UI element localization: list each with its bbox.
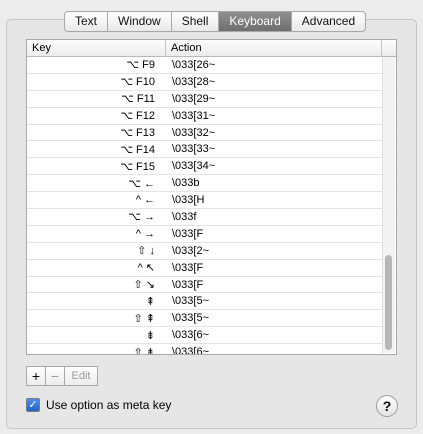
table-row[interactable]: ⇧ ⇟ \033[6~ xyxy=(27,344,396,355)
row-action: \033[28~ xyxy=(172,75,216,88)
table-row[interactable]: ⌥ F14 \033[33~ xyxy=(27,141,396,159)
row-key: ⌥ F15 xyxy=(120,160,155,173)
table-row[interactable]: ⇟ \033[6~ xyxy=(27,327,396,345)
row-key: ^ ← xyxy=(135,194,155,207)
row-action: \033[29~ xyxy=(172,92,216,105)
row-key: ⌥ F11 xyxy=(121,93,155,106)
table-row[interactable]: ⌥ F9 \033[26~ xyxy=(27,57,396,74)
row-action: \033[32~ xyxy=(172,126,216,139)
row-action: \033[5~ xyxy=(172,295,210,308)
tab-shell[interactable]: Shell xyxy=(172,12,220,31)
table-row[interactable]: ^ ← \033[H xyxy=(27,192,396,210)
table-row[interactable]: ⌥ → \033f xyxy=(27,209,396,226)
table-row[interactable]: ^ ↖ \033[F xyxy=(27,260,396,277)
row-key: ⌥ F13 xyxy=(120,127,155,139)
row-action: \033[31~ xyxy=(172,109,216,122)
row-action: \033[26~ xyxy=(172,58,216,71)
row-action: \033[F xyxy=(172,261,204,274)
tab-window[interactable]: Window xyxy=(108,12,172,31)
tab-bar: Text Window Shell Keyboard Advanced xyxy=(64,11,367,32)
tab-advanced[interactable]: Advanced xyxy=(292,12,365,31)
table-row[interactable]: ⌥ F13 \033[32~ xyxy=(27,125,396,142)
row-key: ⇞ xyxy=(145,295,155,308)
row-key: ⌥ F12 xyxy=(120,110,155,123)
row-key: ⇧ ↓ xyxy=(137,245,155,258)
option-meta-checkbox[interactable]: ✓ xyxy=(26,398,40,412)
row-key: ⇟ xyxy=(145,329,155,342)
tab-keyboard[interactable]: Keyboard xyxy=(219,12,292,31)
table-row[interactable]: ⌥ F11 \033[29~ xyxy=(27,91,396,108)
tab-text[interactable]: Text xyxy=(65,12,109,31)
table-row[interactable]: ⌥ F15 \033[34~ xyxy=(27,158,396,176)
row-key: ^ ↖ xyxy=(137,262,155,275)
row-key: ⌥ F9 xyxy=(126,59,155,72)
edit-button[interactable]: Edit xyxy=(65,367,97,385)
row-key: ^ → xyxy=(135,227,155,240)
table-body: ⌥ F9 \033[26~ ⌥ F10 \033[28~ ⌥ F11 \033[29~ ⌥ … xyxy=(27,57,396,355)
column-header-spacer xyxy=(381,40,396,56)
row-key: ⌥ → xyxy=(128,211,155,224)
table-row[interactable]: ⇧ ⇞ \033[5~ xyxy=(27,310,396,328)
column-header-action[interactable]: Action xyxy=(166,40,381,56)
row-action: \033[33~ xyxy=(172,143,216,156)
row-key: ⌥ F14 xyxy=(120,143,155,156)
scroll-thumb[interactable] xyxy=(385,255,392,350)
option-meta-label[interactable]: Use option as meta key xyxy=(46,398,171,412)
table-row[interactable]: ⇧ ↓ \033[2~ xyxy=(27,243,396,260)
row-action: \033[F xyxy=(172,278,204,291)
option-meta-row: ✓ Use option as meta key xyxy=(26,398,171,412)
table-buttons: + − Edit xyxy=(26,366,98,386)
row-action: \033[2~ xyxy=(172,244,210,257)
row-key: ⇧ ↘ xyxy=(133,279,156,292)
table-row[interactable]: ⌥ ← \033b xyxy=(27,175,396,193)
add-button[interactable]: + xyxy=(27,367,46,385)
row-key: ⌥ F10 xyxy=(120,76,155,89)
table-row[interactable]: ⇧ ↘ \033[F xyxy=(27,277,396,294)
row-action: \033b xyxy=(172,177,200,190)
row-action: \033[5~ xyxy=(172,312,210,325)
row-action: \033[6~ xyxy=(172,346,210,355)
vertical-scrollbar[interactable] xyxy=(382,57,395,353)
row-key: ⌥ ← xyxy=(128,177,155,190)
row-action: \033[34~ xyxy=(172,160,216,173)
table-row[interactable]: ⇞ \033[5~ xyxy=(27,293,396,311)
row-action: \033f xyxy=(172,210,197,223)
column-header-key[interactable]: Key xyxy=(27,40,166,56)
row-action: \033[F xyxy=(172,227,204,240)
row-action: \033[6~ xyxy=(172,329,210,342)
remove-button[interactable]: − xyxy=(46,367,65,385)
table-row[interactable]: ⌥ F12 \033[31~ xyxy=(27,108,396,125)
row-action: \033[H xyxy=(172,194,205,207)
keyboard-table: Key Action ⌥ F9 \033[26~ ⌥ F10 \033[28~ ⌥ F1… xyxy=(26,39,397,355)
help-button[interactable]: ? xyxy=(376,395,398,417)
table-row[interactable]: ⌥ F10 \033[28~ xyxy=(27,74,396,91)
table-row[interactable]: ^ → \033[F xyxy=(27,226,396,243)
table-header: Key Action xyxy=(27,40,396,57)
row-key: ⇧ ⇟ xyxy=(133,346,156,355)
row-key: ⇧ ⇞ xyxy=(133,312,156,325)
